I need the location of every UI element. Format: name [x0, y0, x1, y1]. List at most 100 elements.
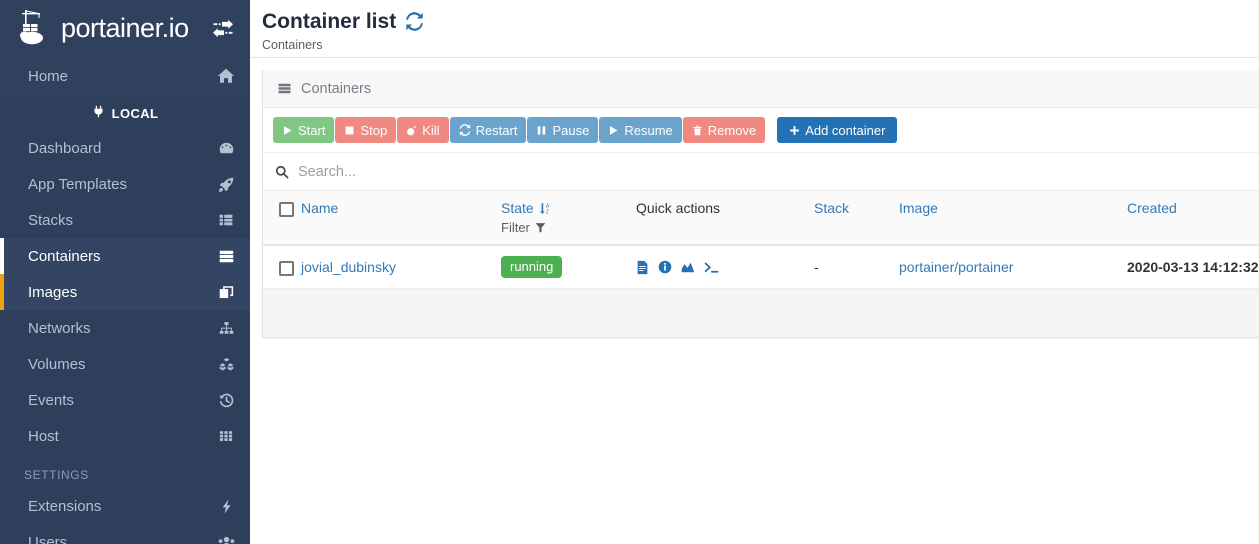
svg-text:A: A	[546, 203, 550, 209]
tachometer-icon	[216, 138, 236, 158]
state-filter-toggle[interactable]: Filter	[501, 220, 636, 235]
sidebar-item-images[interactable]: Images	[0, 274, 250, 310]
svg-text:Z: Z	[546, 209, 549, 214]
add-container-button[interactable]: Add container	[777, 117, 898, 143]
restart-button[interactable]: Restart	[449, 117, 527, 143]
sidebar-item-host[interactable]: Host	[0, 418, 250, 454]
column-header-name-label: Name	[301, 200, 339, 216]
page-title: Container list	[262, 10, 1259, 33]
stop-icon	[344, 125, 355, 136]
remove-button[interactable]: Remove	[682, 117, 766, 143]
bolt-icon	[216, 496, 236, 516]
plug-icon	[92, 105, 105, 121]
sort-by-stack[interactable]: Stack	[814, 200, 849, 216]
sort-by-created[interactable]: Created	[1127, 200, 1177, 216]
table-body: jovial_dubinsky running - portainer/port…	[263, 245, 1259, 290]
logs-file-icon[interactable]	[636, 260, 649, 275]
sidebar-item-label: Host	[28, 427, 59, 445]
sidebar-item-label: Volumes	[28, 355, 86, 373]
kill-button-label: Kill	[422, 122, 440, 138]
sitemap-icon	[216, 318, 236, 338]
chart-stats-icon[interactable]	[681, 261, 695, 274]
trash-icon	[692, 125, 703, 136]
select-all-checkbox[interactable]	[279, 201, 294, 217]
sidebar-item-label: Dashboard	[28, 139, 102, 157]
sidebar-section-settings: SETTINGS	[24, 468, 89, 482]
terminal-console-icon[interactable]	[704, 261, 719, 274]
sort-by-name[interactable]: Name	[301, 200, 338, 216]
search-icon	[275, 165, 289, 179]
column-header-created-label: Created	[1127, 200, 1177, 216]
resume-button-label: Resume	[624, 122, 673, 138]
start-button-label: Start	[298, 122, 326, 138]
column-header-quick-actions-label: Quick actions	[636, 200, 721, 216]
endpoint-label: LOCAL	[111, 105, 159, 121]
sidebar-item-dashboard[interactable]: Dashboard	[0, 130, 250, 166]
sidebar-item-networks[interactable]: Networks	[0, 310, 250, 346]
server-icon	[216, 246, 236, 266]
funnel-icon	[535, 222, 546, 233]
row-checkbox[interactable]	[279, 260, 294, 276]
cell-state: running	[501, 245, 636, 290]
sort-by-image[interactable]: Image	[899, 200, 938, 216]
search-row	[263, 153, 1259, 191]
resume-button[interactable]: Resume	[599, 117, 682, 143]
portainer-whale-crane-logo-icon	[18, 8, 58, 48]
column-header-name: Name	[301, 191, 501, 246]
sidebar-item-stacks[interactable]: Stacks	[0, 202, 250, 238]
sidebar-item-label: Stacks	[28, 211, 74, 229]
restart-button-label: Restart	[475, 122, 518, 138]
stop-button[interactable]: Stop	[335, 117, 397, 143]
kill-button[interactable]: Kill	[397, 117, 449, 143]
table-header: Name State A Z Filter Quick actions Stac…	[263, 191, 1259, 246]
exchange-arrows-icon[interactable]	[210, 17, 236, 39]
table-header-row: Name State A Z Filter Quick actions Stac…	[263, 191, 1259, 246]
sort-by-state[interactable]: State A Z	[501, 200, 552, 216]
image-link[interactable]: portainer/portainer	[899, 259, 1013, 275]
container-name-link[interactable]: jovial_dubinsky	[301, 259, 396, 275]
select-all-header	[263, 191, 301, 246]
pause-button[interactable]: Pause	[527, 117, 599, 143]
column-header-state-label: State	[501, 200, 534, 216]
brand-logo[interactable]: portainer.io	[18, 8, 189, 48]
plus-icon	[789, 125, 800, 136]
sidebar-item-extensions[interactable]: Extensions	[0, 488, 250, 524]
panel-title: Containers	[301, 80, 372, 97]
sidebar-item-home[interactable]: Home	[0, 56, 250, 96]
sidebar-item-containers[interactable]: Containers	[0, 238, 250, 274]
sidebar-item-label: Networks	[28, 319, 91, 337]
sidebar-item-label: Images	[28, 283, 78, 301]
table-row[interactable]: jovial_dubinsky running - portainer/port…	[263, 245, 1259, 290]
home-icon	[216, 66, 236, 86]
column-header-stack-label: Stack	[814, 200, 850, 216]
sync-icon	[459, 124, 471, 136]
sidebar-item-app-templates[interactable]: App Templates	[0, 166, 250, 202]
sidebar-item-label: Containers	[28, 247, 101, 265]
server-icon	[277, 81, 292, 96]
rocket-icon	[216, 174, 236, 194]
column-header-state: State A Z Filter	[501, 191, 636, 246]
app-root: portainer.io Home LOCAL Dashboard App Te…	[0, 0, 1259, 544]
pause-button-label: Pause	[552, 122, 590, 138]
search-input[interactable]	[298, 163, 1259, 180]
containers-panel: Containers Start Stop Kill Restart Pause…	[262, 70, 1259, 339]
panel-footer	[263, 289, 1259, 338]
sync-refresh-icon[interactable]	[405, 12, 424, 31]
users-icon	[216, 532, 236, 544]
history-icon	[216, 390, 236, 410]
sort-amount-down-icon: A Z	[539, 202, 552, 215]
sidebar-item-volumes[interactable]: Volumes	[0, 346, 250, 382]
sidebar-item-users[interactable]: Users	[0, 524, 250, 544]
column-header-created: Created	[1127, 191, 1259, 246]
start-button[interactable]: Start	[273, 117, 335, 143]
cell-name: jovial_dubinsky	[301, 245, 501, 290]
pause-icon	[536, 125, 547, 136]
page-header: Container list Containers	[250, 0, 1259, 58]
info-circle-icon[interactable]	[658, 260, 672, 274]
breadcrumb[interactable]: Containers	[262, 38, 1259, 52]
column-header-image: Image	[899, 191, 1127, 246]
play-icon	[608, 125, 619, 136]
sidebar-item-events[interactable]: Events	[0, 382, 250, 418]
column-header-stack: Stack	[814, 191, 899, 246]
page-title-text: Container list	[262, 10, 397, 33]
